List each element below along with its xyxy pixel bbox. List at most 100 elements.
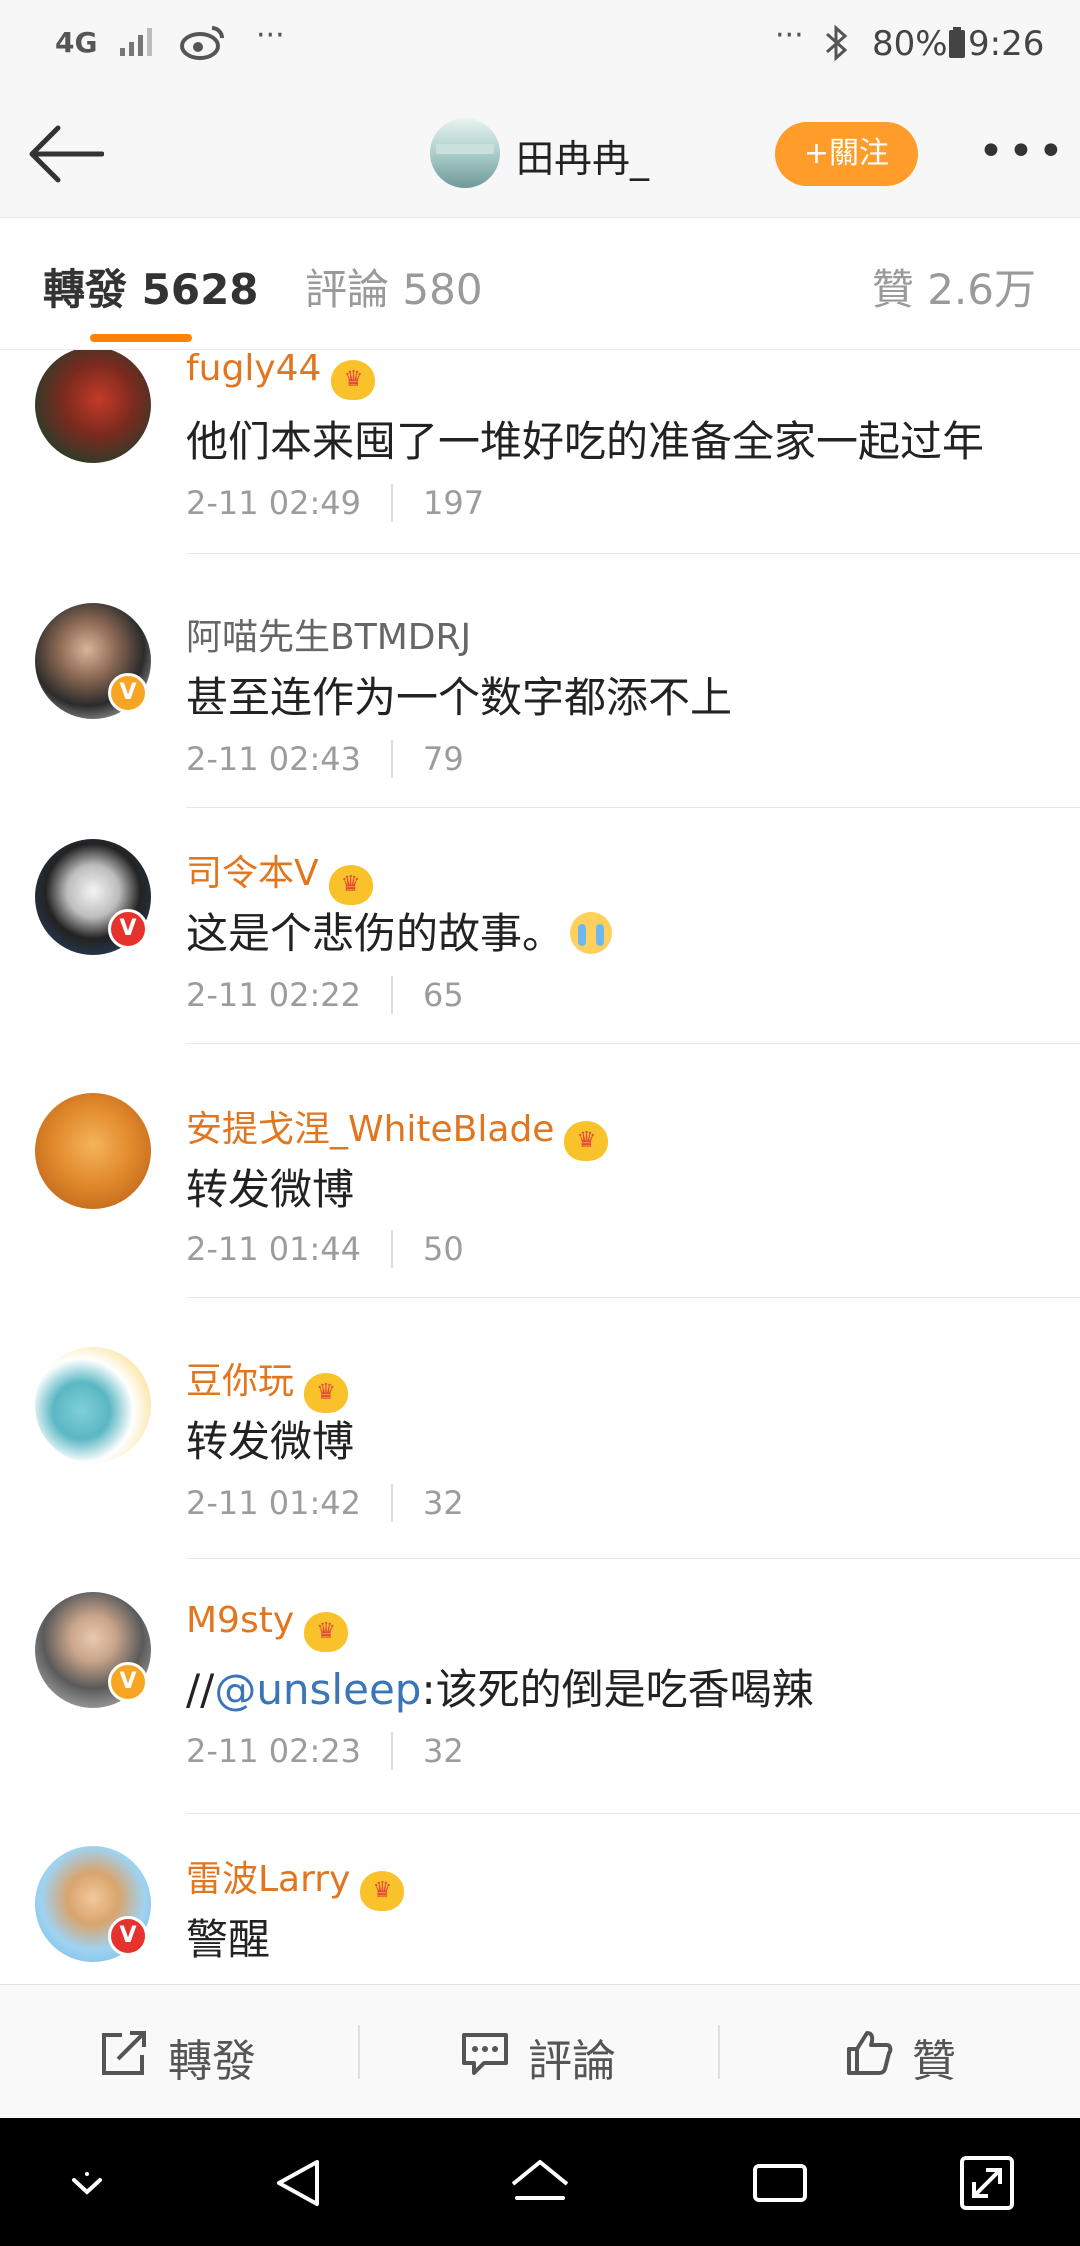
repost-label: 轉發 xyxy=(168,2036,256,2087)
vip-crown-icon: ♛ xyxy=(360,1871,405,1911)
like-count[interactable]: 79 xyxy=(423,740,464,778)
tab-comments-label: 評論 xyxy=(305,265,390,314)
repost-meta: 2-11 02:49 197 xyxy=(186,484,484,522)
repost-time: 2-11 02:22 xyxy=(186,976,362,1014)
system-nav-bar xyxy=(0,2118,1080,2246)
user-name[interactable]: 阿喵先生BTMDRJ xyxy=(186,608,471,660)
vip-crown-icon: ♛ xyxy=(564,1121,609,1161)
repost-meta: 2-11 01:44 50 xyxy=(186,1230,464,1268)
notification-dots-icon: ··· xyxy=(775,18,804,53)
user-name[interactable]: 安提戈涅_WhiteBlade ♛ xyxy=(186,1100,609,1161)
repost-meta: 2-11 02:23 32 xyxy=(186,1732,464,1770)
repost-meta: 2-11 02:43 79 xyxy=(186,740,464,778)
tab-likes-count: 2.6万 xyxy=(927,265,1036,314)
status-bar: 4G ··· ··· 80% 9:26 xyxy=(0,0,1080,92)
repost-meta: 2-11 01:42 32 xyxy=(186,1484,464,1522)
user-name[interactable]: 司令本V ♛ xyxy=(186,844,373,905)
list-item[interactable]: V 雷波Larry ♛ 警醒 xyxy=(0,1814,1080,1984)
mention-link[interactable]: @unsleep xyxy=(214,1665,421,1714)
divider xyxy=(391,1732,394,1770)
verified-badge: V xyxy=(108,1662,148,1702)
repost-text: 他们本来囤了一堆好吃的准备全家一起过年 xyxy=(186,417,985,466)
tab-likes-label: 贊 xyxy=(871,265,914,314)
user-name[interactable]: 豆你玩 ♛ xyxy=(186,1352,349,1413)
repost-time: 2-11 01:42 xyxy=(186,1484,362,1522)
expand-arrow-icon[interactable] xyxy=(952,2148,1022,2218)
repost-meta: 2-11 02:22 65 xyxy=(186,976,464,1014)
comment-label: 評論 xyxy=(528,2036,616,2087)
tab-reposts-label: 轉發 xyxy=(43,265,128,314)
repost-text: 转发微博 xyxy=(186,1417,355,1466)
user-name[interactable]: 雷波Larry ♛ xyxy=(186,1850,405,1911)
notification-dots-icon: ··· xyxy=(256,18,285,53)
user-name[interactable]: fugly44 ♛ xyxy=(186,350,376,400)
vip-crown-icon: ♛ xyxy=(331,360,376,400)
repost-time: 2-11 02:49 xyxy=(186,484,362,522)
verified-badge: V xyxy=(108,1916,148,1956)
more-options-icon[interactable]: ••• xyxy=(978,126,1068,177)
like-count[interactable]: 32 xyxy=(423,1732,464,1770)
verified-badge: V xyxy=(108,673,148,713)
clock-time: 9:26 xyxy=(968,24,1045,64)
user-name[interactable]: M9sty ♛ xyxy=(186,1600,349,1652)
tab-bar: 轉發 5628 評論 580 贊 2.6万 xyxy=(0,218,1080,350)
list-item[interactable]: 豆你玩 ♛ 转发微博 2-11 01:42 32 xyxy=(0,1316,1080,1570)
bluetooth-icon xyxy=(823,24,851,71)
list-item[interactable]: V 阿喵先生BTMDRJ 甚至连作为一个数字都添不上 2-11 02:43 79 xyxy=(0,554,1080,808)
divider xyxy=(186,1297,1080,1298)
signal-icon xyxy=(118,24,158,67)
network-4g-icon: 4G xyxy=(55,26,98,59)
crying-emoji-icon xyxy=(570,912,613,954)
tab-comments-count: 580 xyxy=(402,265,483,314)
avatar[interactable] xyxy=(35,1347,151,1463)
hide-keyboard-chevron-icon[interactable] xyxy=(52,2148,122,2218)
divider xyxy=(186,1043,1080,1044)
tab-reposts[interactable]: 轉發 5628 xyxy=(43,256,259,317)
author-name[interactable]: 田冉冉_ xyxy=(516,128,649,183)
list-item[interactable]: V 司令本V ♛ 这是个悲伤的故事。 2-11 02:22 65 xyxy=(0,808,1080,1062)
tab-reposts-count: 5628 xyxy=(141,265,259,314)
list-item[interactable]: fugly44 ♛ 他们本来囤了一堆好吃的准备全家一起过年 2-11 02:49 1… xyxy=(0,350,1080,554)
like-label: 贊 xyxy=(912,2036,956,2087)
recent-apps-icon[interactable] xyxy=(745,2148,815,2218)
comment-icon xyxy=(460,2029,510,2077)
home-icon[interactable] xyxy=(505,2148,575,2218)
divider xyxy=(391,1230,394,1268)
divider xyxy=(391,976,394,1014)
back-arrow-icon[interactable] xyxy=(28,122,105,186)
thumbs-up-icon xyxy=(845,2029,895,2077)
avatar[interactable] xyxy=(35,350,151,463)
like-count[interactable]: 65 xyxy=(423,976,464,1014)
repost-time: 2-11 01:44 xyxy=(186,1230,362,1268)
follow-button[interactable]: +關注 xyxy=(775,122,918,186)
divider xyxy=(391,740,394,778)
author-avatar[interactable] xyxy=(430,118,500,188)
divider xyxy=(186,1558,1080,1559)
list-item[interactable]: V M9sty ♛ //@unsleep:该死的倒是吃香喝辣 2-11 02:23… xyxy=(0,1570,1080,1814)
weibo-icon xyxy=(180,24,226,69)
battery-level: 80% xyxy=(872,24,966,64)
repost-icon xyxy=(100,2029,150,2077)
like-count[interactable]: 197 xyxy=(423,484,484,522)
repost-text: 转发微博 xyxy=(186,1165,355,1214)
tab-comments[interactable]: 評論 580 xyxy=(305,256,483,317)
repost-list[interactable]: fugly44 ♛ 他们本来囤了一堆好吃的准备全家一起过年 2-11 02:49 1… xyxy=(0,350,1080,1984)
like-count[interactable]: 32 xyxy=(423,1484,464,1522)
like-count[interactable]: 50 xyxy=(423,1230,464,1268)
like-button[interactable]: 贊 xyxy=(720,1985,1080,2119)
avatar[interactable] xyxy=(35,1093,151,1209)
back-triangle-icon[interactable] xyxy=(265,2148,335,2218)
list-item[interactable]: 安提戈涅_WhiteBlade ♛ 转发微博 2-11 01:44 50 xyxy=(0,1062,1080,1316)
active-tab-indicator xyxy=(90,334,192,342)
divider xyxy=(391,484,394,522)
comment-button[interactable]: 評論 xyxy=(360,1985,720,2119)
repost-text: 甚至连作为一个数字都添不上 xyxy=(186,673,733,722)
bottom-action-bar: 轉發 評論 贊 xyxy=(0,1984,1080,2118)
repost-button[interactable]: 轉發 xyxy=(0,1985,360,2119)
tab-likes[interactable]: 贊 2.6万 xyxy=(872,256,1036,317)
repost-time: 2-11 02:23 xyxy=(186,1732,362,1770)
verified-badge: V xyxy=(108,909,148,949)
repost-text: //@unsleep:该死的倒是吃香喝辣 xyxy=(186,1665,814,1714)
repost-text: 警醒 xyxy=(186,1915,271,1964)
repost-time: 2-11 02:43 xyxy=(186,740,362,778)
